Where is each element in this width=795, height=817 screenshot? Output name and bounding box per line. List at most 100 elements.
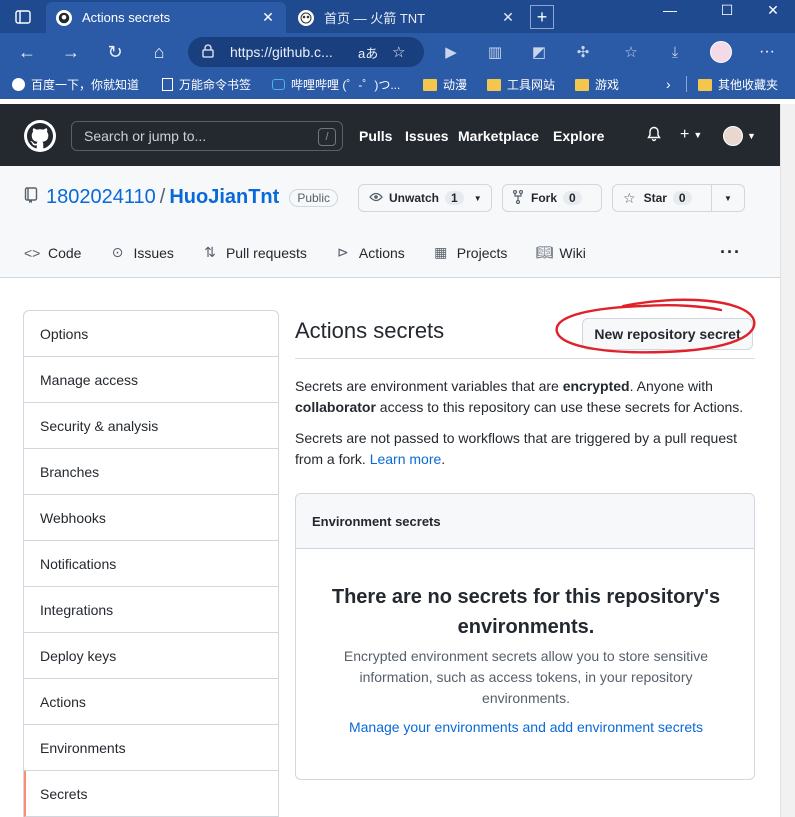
maximize-icon[interactable]: ☐ [702,0,752,20]
browser-profile-avatar[interactable] [710,41,732,63]
repo-name-link[interactable]: HuoJianTnt [169,186,279,209]
tab-code[interactable]: <> Code [24,245,81,261]
new-tab-button[interactable]: + [530,5,554,29]
environment-secrets-header: Environment secrets [296,494,754,549]
settings-sidebar: Options Manage access Security & analysi… [23,310,279,817]
tab-actions[interactable]: ⊳ Actions [335,244,405,261]
folder-icon [487,78,501,91]
repo-tabs: <> Code ⊙ Issues ⇅ Pull requests ⊳ Actio… [24,244,614,261]
tab-label: Pull requests [225,244,307,261]
lock-icon[interactable] [202,43,220,61]
github-logo-icon[interactable] [24,120,56,152]
close-tab-icon[interactable]: ✕ [260,9,276,26]
bookmark-item[interactable]: 百度一下，你就知道 [12,76,139,93]
tab-wiki[interactable]: 📖︎ Wiki [535,244,585,261]
notifications-bell-icon[interactable] [646,126,662,142]
nav-marketplace[interactable]: Marketplace [458,128,539,144]
secrets-note: Secrets are not passed to workflows that… [295,430,738,467]
sidebar-item-secrets[interactable]: Secrets [24,771,278,817]
more-bookmarks-chevron-icon[interactable]: › [666,76,671,92]
play-icon: ⊳ [337,244,349,260]
blankslate-title: There are no secrets for this repository… [331,586,721,638]
tab-pull-requests[interactable]: ⇅ Pull requests [202,244,307,261]
sidebar-item-actions[interactable]: Actions [24,679,278,725]
bookmark-folder[interactable]: 游戏 [575,76,619,93]
bookmark-label: 游戏 [595,78,620,92]
extensions-icon[interactable]: ✣ [572,41,594,63]
add-favorite-icon[interactable]: ☆ [392,43,405,61]
user-avatar [723,126,743,146]
search-input[interactable]: Search or jump to... / [71,121,343,151]
tab-label: Actions [358,244,405,261]
home-icon[interactable]: ⌂ [146,40,172,64]
bookmark-folder[interactable]: 工具网站 [487,76,555,93]
bookmark-label: 万能命令书签 [179,78,252,92]
reader-icon[interactable]: ▥ [484,41,506,63]
minimize-icon[interactable]: — [645,0,695,20]
more-tabs-icon[interactable]: ··· [720,242,741,263]
downloads-icon[interactable]: ⤓ [664,41,686,63]
github-favicon-icon [56,9,72,26]
browser-tab-active[interactable]: Actions secrets ✕ [46,2,286,33]
close-window-icon[interactable]: ✕ [748,0,795,20]
star-label: Star [643,191,667,205]
sidebar-item-options[interactable]: Options [24,311,278,357]
sidebar-item-branches[interactable]: Branches [24,449,278,495]
bookmark-folder[interactable]: 其他收藏夹 [698,76,778,93]
chevron-down-icon: ▼ [747,131,756,141]
bookmark-item[interactable]: 哔哩哔哩 (゜-゜)つ... [272,76,400,93]
repo-icon [24,186,38,209]
bookmark-label: 百度一下，你就知道 [31,78,140,92]
refresh-icon[interactable]: ↻ [102,40,128,64]
folder-icon [423,78,437,91]
sidebar-item-security-analysis[interactable]: Security & analysis [24,403,278,449]
close-tab-icon[interactable]: ✕ [500,9,516,26]
nav-issues[interactable]: Issues [405,128,449,144]
repo-separator: / [159,186,166,208]
fork-button[interactable]: Fork 0 [502,184,602,212]
bookmark-folder[interactable]: 动漫 [423,76,467,93]
panda-favicon-icon [298,9,314,26]
read-aloud-icon[interactable]: aあ [358,43,378,62]
star-list-dropdown[interactable]: ▼ [711,184,745,212]
manage-environments-link[interactable]: Manage your environments and add environ… [296,719,756,735]
more-menu-icon[interactable]: ··· [756,41,778,63]
user-avatar-menu[interactable]: ▼ [723,126,756,146]
folder-icon [698,78,712,91]
bookmark-item[interactable]: 万能命令书签 [162,76,251,93]
tab-projects[interactable]: ▦ Projects [433,244,508,261]
bookmark-label: 哔哩哔哩 (゜-゜)つ... [291,78,401,92]
sidebar-item-notifications[interactable]: Notifications [24,541,278,587]
star-button[interactable]: ☆ Star 0 [612,184,712,212]
sidebar-item-deploy-keys[interactable]: Deploy keys [24,633,278,679]
tab-actions-icon[interactable] [8,5,38,29]
tab-issues[interactable]: ⊙ Issues [109,244,174,261]
back-icon[interactable]: ← [14,40,40,64]
book-icon: 📖︎ [535,244,554,260]
media-play-icon[interactable]: ▶ [440,41,462,63]
code-icon: <> [24,244,41,261]
repo-owner-link[interactable]: 1802024110 [46,186,156,209]
tab-label: Projects [456,244,508,261]
page-scrollbar[interactable] [780,104,795,817]
unwatch-button[interactable]: Unwatch 1 ▼ [358,184,492,212]
sidebar-item-webhooks[interactable]: Webhooks [24,495,278,541]
chevron-down-icon: ▼ [473,193,482,203]
blankslate-description: Encrypted environment secrets allow you … [343,648,709,706]
favorites-icon[interactable]: ☆ [620,41,642,63]
learn-more-link[interactable]: Learn more [370,451,442,467]
screenshot-icon[interactable]: ◩ [528,41,550,63]
fork-label: Fork [531,191,558,205]
sidebar-item-manage-access[interactable]: Manage access [24,357,278,403]
forward-icon[interactable]: → [58,40,84,64]
browser-tab-bar: Actions secrets ✕ 首页 — 火箭 TNT ✕ + — ☐ ✕ [0,0,795,33]
nav-pulls[interactable]: Pulls [359,128,392,144]
sidebar-item-environments[interactable]: Environments [24,725,278,771]
url-field[interactable]: https://github.c... aあ ☆ [188,37,424,67]
browser-tab-inactive[interactable]: 首页 — 火箭 TNT ✕ [288,2,526,33]
sidebar-item-integrations[interactable]: Integrations [24,587,278,633]
pull-request-icon: ⇅ [204,244,216,260]
create-new-plus-icon[interactable]: + ▼ [680,126,702,144]
bookmark-divider [686,76,687,92]
nav-explore[interactable]: Explore [553,128,604,144]
